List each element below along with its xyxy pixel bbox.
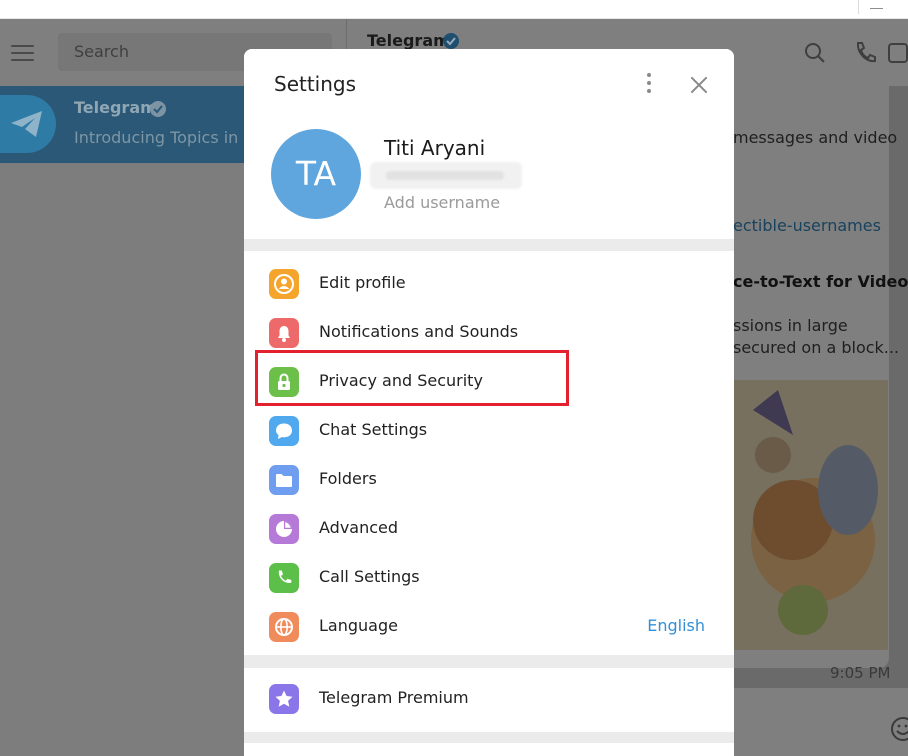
globe-icon: [269, 612, 299, 642]
menu-item-language[interactable]: Language English: [244, 602, 734, 651]
folder-icon: [269, 465, 299, 495]
emoji-icon[interactable]: [890, 716, 908, 742]
telegram-logo-icon: [0, 95, 56, 153]
menu-item-advanced[interactable]: Advanced: [244, 504, 734, 553]
bell-icon: [269, 318, 299, 348]
language-value: English: [647, 616, 705, 635]
menu-item-telegram-premium[interactable]: Telegram Premium: [244, 674, 734, 723]
minimize-icon[interactable]: [870, 8, 883, 9]
person-icon: [269, 269, 299, 299]
message-text: secured on a block...: [733, 338, 900, 357]
menu-label: Chat Settings: [319, 420, 428, 439]
phone-number-blurred: [370, 162, 522, 189]
window-titlebar: [0, 0, 908, 19]
message-text: messages and video: [733, 128, 898, 147]
menu-label: Telegram Premium: [319, 688, 469, 707]
phone-call-icon[interactable]: [854, 41, 876, 65]
message-heading: ce-to-Text for Video: [733, 272, 908, 291]
menu-label: Advanced: [319, 518, 399, 537]
premium-section: Telegram Premium: [244, 668, 734, 732]
menu-item-call-settings[interactable]: Call Settings: [244, 553, 734, 602]
sidebar-toggle-icon[interactable]: [888, 43, 908, 63]
message-illustration: [733, 380, 888, 650]
close-icon[interactable]: [690, 76, 708, 94]
more-options-icon[interactable]: [646, 73, 652, 95]
menu-item-chat-settings[interactable]: Chat Settings: [244, 406, 734, 455]
pie-chart-icon: [269, 514, 299, 544]
menu-item-edit-profile[interactable]: Edit profile: [244, 259, 734, 308]
phone-icon: [269, 563, 299, 593]
profile-name: Titi Aryani: [384, 136, 486, 160]
verified-badge-icon: [149, 100, 167, 122]
avatar[interactable]: TA: [271, 129, 361, 219]
chat-title: Telegram: [367, 31, 450, 50]
menu-label: Edit profile: [319, 273, 406, 292]
chat-name: Telegram: [74, 98, 157, 117]
hamburger-menu-icon[interactable]: [11, 45, 35, 61]
settings-title: Settings: [274, 72, 357, 96]
menu-label: Call Settings: [319, 567, 420, 586]
search-placeholder: Search: [74, 42, 129, 61]
menu-item-folders[interactable]: Folders: [244, 455, 734, 504]
menu-label: Language: [319, 616, 398, 635]
message-link[interactable]: ectible-usernames: [733, 216, 881, 235]
chat-bubble-icon: [269, 416, 299, 446]
menu-label: Notifications and Sounds: [319, 322, 519, 341]
star-icon: [269, 684, 299, 714]
highlight-annotation: [255, 350, 569, 406]
message-text: ssions in large: [733, 316, 848, 335]
menu-label: Folders: [319, 469, 377, 488]
settings-next-section: [244, 743, 734, 756]
message-input-bar: [733, 688, 908, 756]
titlebar-separator: [858, 0, 859, 14]
search-icon[interactable]: [804, 42, 826, 64]
settings-header: Settings TA Titi Aryani Add username: [244, 49, 734, 239]
settings-menu: Edit profile Notifications and Sounds Pr…: [244, 251, 734, 655]
chat-preview: Introducing Topics in Groups: [74, 128, 244, 147]
add-username-link[interactable]: Add username: [384, 193, 500, 212]
message-timestamp: 9:05 PM: [830, 664, 891, 682]
